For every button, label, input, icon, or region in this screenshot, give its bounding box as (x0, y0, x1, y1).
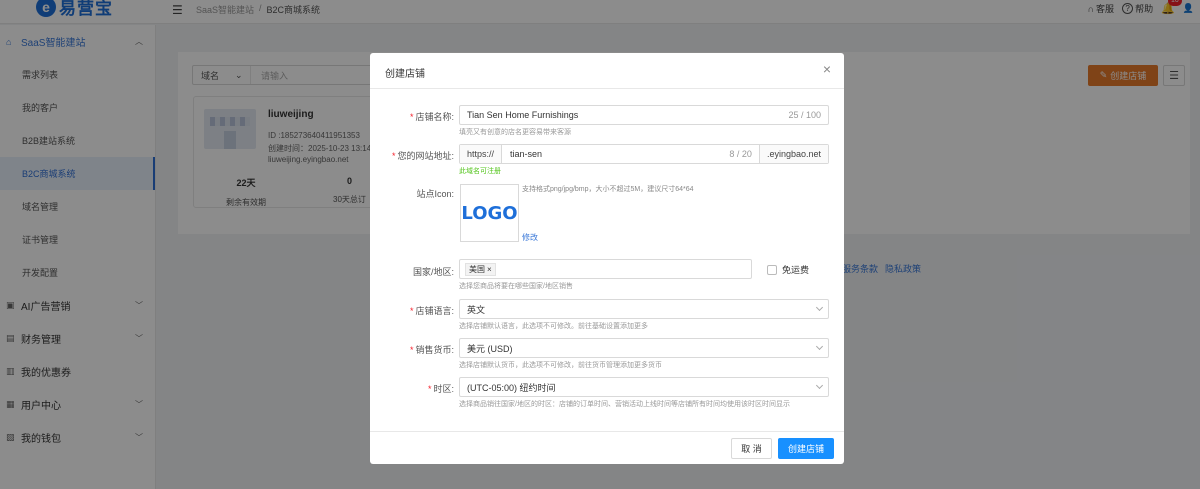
timezone-value: (UTC-05:00) 纽约时间 (467, 382, 556, 393)
icon-edit-link[interactable]: 修改 (522, 232, 538, 243)
timezone-label-text: 时区: (433, 384, 454, 394)
language-hint: 选择店铺默认语言，此选项不可修改。前往基础设置添加更多 (459, 323, 648, 330)
url-label-text: 您的网站地址: (397, 151, 454, 161)
dialog-header: 创建店铺 × (370, 53, 844, 89)
currency-value: 美元 (USD) (467, 343, 513, 354)
chevron-down-icon (815, 303, 824, 312)
country-hint: 选择您商品将要在哪些国家/地区销售 (459, 283, 573, 290)
free-shipping-label: 免运费 (782, 265, 810, 275)
country-tag: 美国 × (465, 262, 496, 276)
currency-label-text: 销售货币: (415, 345, 454, 355)
country-select[interactable]: 美国 × (459, 259, 752, 279)
url-field: https:// tian-sen 8 / 20 .eyingbao.net (459, 144, 829, 164)
required-mark: * (409, 306, 414, 316)
required-mark: * (427, 384, 432, 394)
store-name-value: Tian Sen Home Furnishings (467, 110, 579, 120)
country-tag-text: 美国 (469, 264, 485, 274)
required-mark: * (409, 112, 414, 122)
language-value: 英文 (467, 304, 486, 315)
store-name-input[interactable]: Tian Sen Home Furnishings 25 / 100 (459, 105, 829, 125)
timezone-select[interactable]: (UTC-05:00) 纽约时间 (459, 377, 829, 397)
country-label: 国家/地区: (412, 267, 454, 277)
icon-label: 站点Icon: (416, 189, 454, 199)
currency-select[interactable]: 美元 (USD) (459, 338, 829, 358)
required-mark: * (409, 345, 414, 355)
dialog-title: 创建店铺 (385, 69, 425, 80)
store-name-label: * 店铺名称: (410, 110, 454, 123)
site-icon-preview[interactable]: LOGO (460, 184, 519, 242)
language-label: * 店铺语言: (410, 304, 454, 317)
logo-placeholder-text: LOGO (461, 202, 518, 224)
cancel-button[interactable]: 取 消 (731, 438, 772, 459)
url-suffix: .eyingbao.net (758, 145, 828, 163)
currency-label: * 销售货币: (410, 343, 454, 356)
url-prefix: https:// (460, 145, 503, 163)
url-value: tian-sen (510, 149, 543, 159)
chevron-down-icon (815, 381, 824, 390)
tag-close-icon[interactable]: × (487, 265, 492, 274)
store-name-hint: 填亮又有创意的店名更容易带来客源 (459, 129, 571, 136)
url-label: * 您的网站地址: (392, 149, 454, 162)
language-select[interactable]: 英文 (459, 299, 829, 319)
timezone-hint: 选择商品销往国家/地区的时区：店铺的订单时间、营销活动上线时间等店铺所有时间均使… (459, 401, 790, 408)
url-input[interactable]: tian-sen 8 / 20 (502, 145, 759, 163)
url-available-hint: 此域名可注册 (459, 168, 501, 175)
chevron-down-icon (815, 342, 824, 351)
checkbox-box (767, 264, 777, 275)
dialog-footer-divider (370, 431, 844, 432)
confirm-create-store-button[interactable]: 创建店铺 (778, 438, 834, 459)
create-store-dialog: 创建店铺 × * 店铺名称: Tian Sen Home Furnishings … (370, 53, 844, 464)
required-mark: * (391, 151, 396, 161)
store-name-count: 25 / 100 (788, 110, 821, 120)
free-shipping-checkbox[interactable]: 免运费 (767, 263, 809, 276)
icon-hint: 支持格式png/jpg/bmp，大小不超过5M，建议尺寸64*64 (522, 186, 694, 193)
currency-hint: 选择店铺默认货币，此选项不可修改，前往货币管理添加更多货币 (459, 362, 662, 369)
timezone-label: * 时区: (428, 382, 454, 395)
store-name-label-text: 店铺名称: (415, 112, 454, 122)
close-icon[interactable]: × (823, 62, 831, 76)
url-count: 8 / 20 (729, 149, 752, 159)
language-label-text: 店铺语言: (415, 306, 454, 316)
